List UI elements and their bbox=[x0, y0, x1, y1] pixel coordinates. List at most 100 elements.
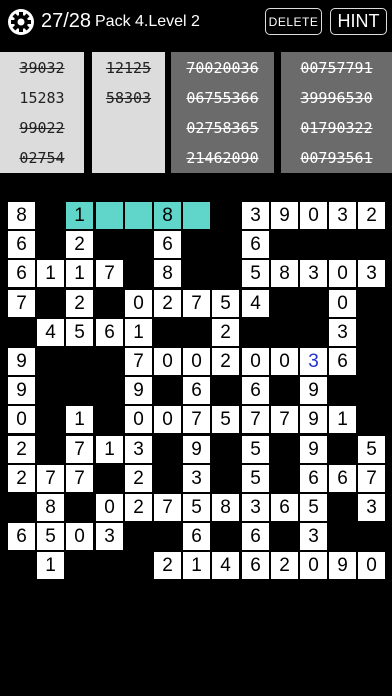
grid-cell[interactable]: 0 bbox=[154, 406, 181, 433]
grid-cell[interactable]: 2 bbox=[125, 465, 152, 492]
grid-cell[interactable]: 7 bbox=[183, 406, 210, 433]
grid-cell[interactable]: 0 bbox=[300, 202, 327, 229]
grid-cell[interactable]: 7 bbox=[96, 260, 123, 287]
grid-cell[interactable]: 2 bbox=[66, 290, 93, 317]
grid-cell[interactable]: 8 bbox=[8, 202, 35, 229]
grid-cell[interactable]: 7 bbox=[66, 436, 93, 463]
grid-cell[interactable]: 7 bbox=[271, 406, 298, 433]
grid-cell[interactable]: 1 bbox=[66, 260, 93, 287]
grid-cell[interactable]: 0 bbox=[329, 260, 356, 287]
grid-cell[interactable]: 5 bbox=[358, 436, 385, 463]
grid-cell[interactable]: 2 bbox=[8, 465, 35, 492]
grid-cell[interactable]: 0 bbox=[183, 348, 210, 375]
grid-cell[interactable]: 6 bbox=[96, 319, 123, 346]
grid-cell[interactable]: 8 bbox=[154, 202, 181, 229]
grid-cell[interactable]: 7 bbox=[125, 348, 152, 375]
clue-number[interactable]: 12125 bbox=[92, 59, 165, 77]
grid-cell[interactable]: 0 bbox=[242, 348, 269, 375]
grid-cell[interactable]: 1 bbox=[66, 406, 93, 433]
grid-cell[interactable]: 0 bbox=[8, 406, 35, 433]
grid-cell[interactable]: 9 bbox=[183, 436, 210, 463]
grid-cell[interactable]: 6 bbox=[242, 523, 269, 550]
grid-cell[interactable]: 2 bbox=[154, 290, 181, 317]
clue-number[interactable]: 15283 bbox=[0, 89, 84, 107]
grid-cell[interactable]: 5 bbox=[242, 436, 269, 463]
grid-cell[interactable]: 5 bbox=[66, 319, 93, 346]
grid-cell[interactable]: 5 bbox=[183, 494, 210, 521]
grid-cell[interactable]: 3 bbox=[183, 465, 210, 492]
grid-cell[interactable]: 5 bbox=[242, 465, 269, 492]
grid-cell[interactable]: 0 bbox=[271, 348, 298, 375]
grid-cell[interactable]: 8 bbox=[154, 260, 181, 287]
grid-cell[interactable]: 9 bbox=[8, 348, 35, 375]
grid-cell[interactable]: 6 bbox=[329, 348, 356, 375]
clue-number[interactable]: 99022 bbox=[0, 119, 84, 137]
grid-cell[interactable]: 0 bbox=[66, 523, 93, 550]
hint-button[interactable]: HINT bbox=[330, 8, 387, 35]
clue-number[interactable]: 39032 bbox=[0, 59, 84, 77]
grid-cell[interactable]: 5 bbox=[37, 523, 64, 550]
grid-cell[interactable]: 3 bbox=[300, 348, 327, 375]
grid-cell[interactable]: 4 bbox=[242, 290, 269, 317]
clue-number[interactable]: 02758365 bbox=[171, 119, 274, 137]
delete-button[interactable]: DELETE bbox=[265, 8, 322, 35]
grid-cell[interactable]: 3 bbox=[358, 260, 385, 287]
grid-cell[interactable]: 9 bbox=[300, 406, 327, 433]
grid-cell[interactable]: 7 bbox=[8, 290, 35, 317]
grid-cell[interactable]: 3 bbox=[329, 202, 356, 229]
grid-cell[interactable]: 7 bbox=[242, 406, 269, 433]
grid-cell[interactable]: 0 bbox=[154, 348, 181, 375]
grid-cell[interactable]: 3 bbox=[125, 436, 152, 463]
grid-cell[interactable]: 2 bbox=[212, 348, 239, 375]
grid-cell[interactable]: 5 bbox=[300, 494, 327, 521]
grid-cell[interactable] bbox=[125, 202, 152, 229]
grid-cell[interactable]: 7 bbox=[358, 465, 385, 492]
clue-number[interactable]: 01790322 bbox=[281, 119, 392, 137]
grid-cell[interactable]: 3 bbox=[96, 523, 123, 550]
grid-cell[interactable]: 2 bbox=[125, 494, 152, 521]
grid-cell[interactable]: 0 bbox=[329, 290, 356, 317]
grid-cell[interactable]: 3 bbox=[242, 202, 269, 229]
grid-cell[interactable]: 1 bbox=[37, 552, 64, 579]
grid-cell[interactable]: 6 bbox=[271, 494, 298, 521]
grid-cell[interactable]: 1 bbox=[37, 260, 64, 287]
grid-cell[interactable]: 9 bbox=[125, 377, 152, 404]
grid-cell[interactable]: 5 bbox=[242, 260, 269, 287]
grid-cell[interactable]: 4 bbox=[37, 319, 64, 346]
grid-cell[interactable]: 0 bbox=[96, 494, 123, 521]
grid-cell[interactable]: 8 bbox=[271, 260, 298, 287]
grid-cell[interactable]: 9 bbox=[300, 377, 327, 404]
grid-cell[interactable]: 7 bbox=[183, 290, 210, 317]
grid-cell[interactable]: 1 bbox=[96, 436, 123, 463]
grid-cell[interactable]: 0 bbox=[125, 290, 152, 317]
grid-cell[interactable]: 6 bbox=[242, 552, 269, 579]
grid-cell[interactable]: 3 bbox=[300, 260, 327, 287]
grid-cell[interactable]: 6 bbox=[242, 377, 269, 404]
grid-cell[interactable]: 8 bbox=[37, 494, 64, 521]
gear-icon[interactable] bbox=[7, 8, 35, 36]
grid-cell[interactable]: 2 bbox=[271, 552, 298, 579]
grid-cell[interactable]: 6 bbox=[154, 231, 181, 258]
grid-cell[interactable]: 0 bbox=[300, 552, 327, 579]
clue-number[interactable]: 02754 bbox=[0, 149, 84, 167]
grid-cell[interactable]: 2 bbox=[8, 436, 35, 463]
grid-cell[interactable]: 7 bbox=[66, 465, 93, 492]
grid-cell[interactable]: 9 bbox=[271, 202, 298, 229]
grid-cell[interactable]: 3 bbox=[242, 494, 269, 521]
grid-cell[interactable]: 6 bbox=[8, 231, 35, 258]
grid-cell[interactable]: 5 bbox=[212, 290, 239, 317]
puzzle-grid[interactable]: 8183903262666117858303720275404561239700… bbox=[0, 200, 392, 580]
grid-cell[interactable]: 7 bbox=[37, 465, 64, 492]
grid-cell[interactable] bbox=[96, 202, 123, 229]
grid-cell[interactable]: 9 bbox=[300, 436, 327, 463]
grid-cell[interactable]: 6 bbox=[300, 465, 327, 492]
clue-number[interactable]: 39996530 bbox=[281, 89, 392, 107]
grid-cell[interactable]: 6 bbox=[242, 231, 269, 258]
grid-cell[interactable]: 2 bbox=[358, 202, 385, 229]
grid-cell[interactable]: 3 bbox=[300, 523, 327, 550]
grid-cell[interactable]: 2 bbox=[66, 231, 93, 258]
grid-cell[interactable]: 3 bbox=[358, 494, 385, 521]
grid-cell[interactable] bbox=[183, 202, 210, 229]
grid-cell[interactable]: 7 bbox=[154, 494, 181, 521]
clue-number[interactable]: 00793561 bbox=[281, 149, 392, 167]
